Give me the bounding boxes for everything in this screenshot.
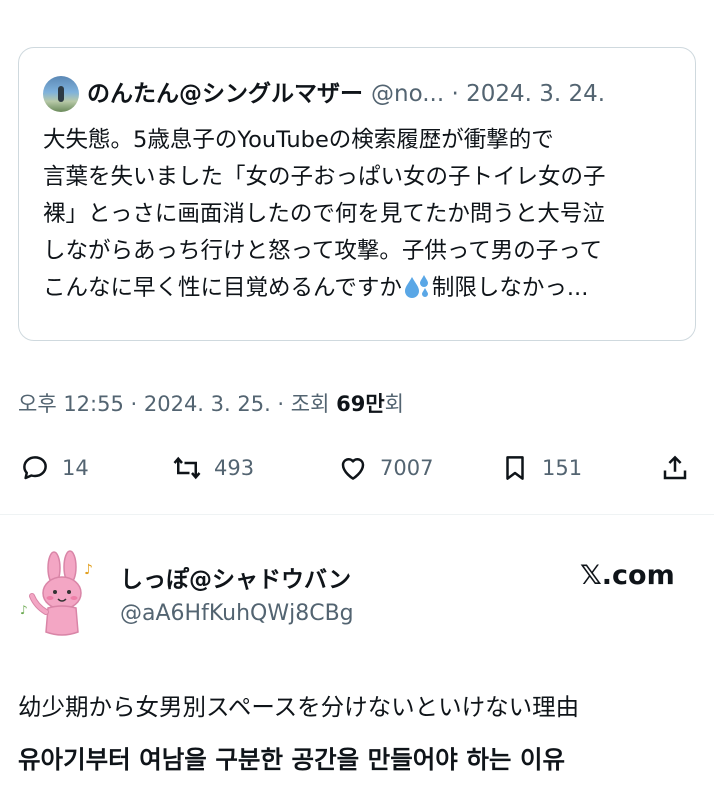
- reply-icon: [23, 456, 47, 480]
- quoted-text-line: 裸」とっさに画面消したので何を見てたか問うと大号泣: [43, 201, 605, 227]
- share-button[interactable]: [660, 450, 690, 486]
- quoted-tweet-header: のんたん@シングルマザー @no... · 2024. 3. 24.: [87, 76, 605, 112]
- quoted-author-avatar[interactable]: [43, 76, 79, 112]
- view-count-suffix: 회: [384, 392, 404, 416]
- sweat-droplets-icon: [404, 275, 428, 298]
- retweet-count: 493: [214, 456, 255, 480]
- tweet-meta: 오후 12:55 · 2024. 3. 25. · 조회 69만회: [18, 388, 404, 418]
- share-icon: [663, 455, 687, 480]
- bookmark-count: 151: [542, 456, 583, 480]
- like-count: 7007: [380, 456, 434, 480]
- author-handle[interactable]: @aA6HfKuhQWj8CBg: [120, 601, 354, 626]
- quoted-tweet-card[interactable]: のんたん@シングルマザー @no... · 2024. 3. 24. 大失態。5歳…: [18, 47, 696, 341]
- svg-text:♪: ♪: [20, 603, 28, 617]
- quoted-text-line: しながらあっち行けと怒って攻撃。子供って男の子って: [43, 238, 603, 264]
- author-name[interactable]: しっぽ@シャドウバン: [120, 560, 351, 594]
- quoted-text-line: 制限しなかっ...: [431, 275, 589, 301]
- bookmark-button[interactable]: 151: [500, 450, 582, 486]
- section-divider: [0, 514, 714, 515]
- x-logo: 𝕏.com: [580, 560, 675, 591]
- reply-button[interactable]: 14: [20, 450, 89, 486]
- bookmark-icon: [506, 456, 524, 480]
- quoted-text-line-last: こんなに早く性に目覚めるんですか 制限しなかっ...: [43, 270, 683, 307]
- caption-japanese: 幼少期から女男別スペースを分けないといけない理由: [18, 693, 580, 721]
- quoted-text-line: 言葉を失いました「女の子おっぱい女の子トイレ女の子: [43, 164, 606, 190]
- quoted-author-name[interactable]: のんたん@シングルマザー: [87, 81, 363, 107]
- quoted-handle-date: @no... · 2024. 3. 24.: [371, 81, 606, 107]
- tweet-timestamp[interactable]: 오후 12:55 · 2024. 3. 25. · 조회: [18, 392, 336, 416]
- view-count: 69만: [336, 392, 385, 416]
- like-button[interactable]: 7007: [338, 450, 433, 486]
- reply-count: 14: [62, 456, 89, 480]
- svg-text:♪: ♪: [84, 562, 93, 578]
- quoted-text-line: 大失態。5歳息子のYouTubeの検索履歴が衝撃的で: [43, 127, 554, 153]
- quoted-text-line: こんなに早く性に目覚めるんですか: [43, 275, 402, 301]
- heart-icon: [341, 458, 365, 480]
- quoted-tweet-text: 大失態。5歳息子のYouTubeの検索履歴が衝撃的で 言葉を失いました「女の子お…: [43, 122, 683, 307]
- pink-rabbit-icon[interactable]: ♪ ♪: [18, 548, 108, 640]
- retweet-icon: [173, 456, 201, 480]
- caption-korean: 유아기부터 여남을 구분한 공간을 만들어야 하는 이유: [18, 745, 566, 774]
- retweet-button[interactable]: 493: [172, 450, 254, 486]
